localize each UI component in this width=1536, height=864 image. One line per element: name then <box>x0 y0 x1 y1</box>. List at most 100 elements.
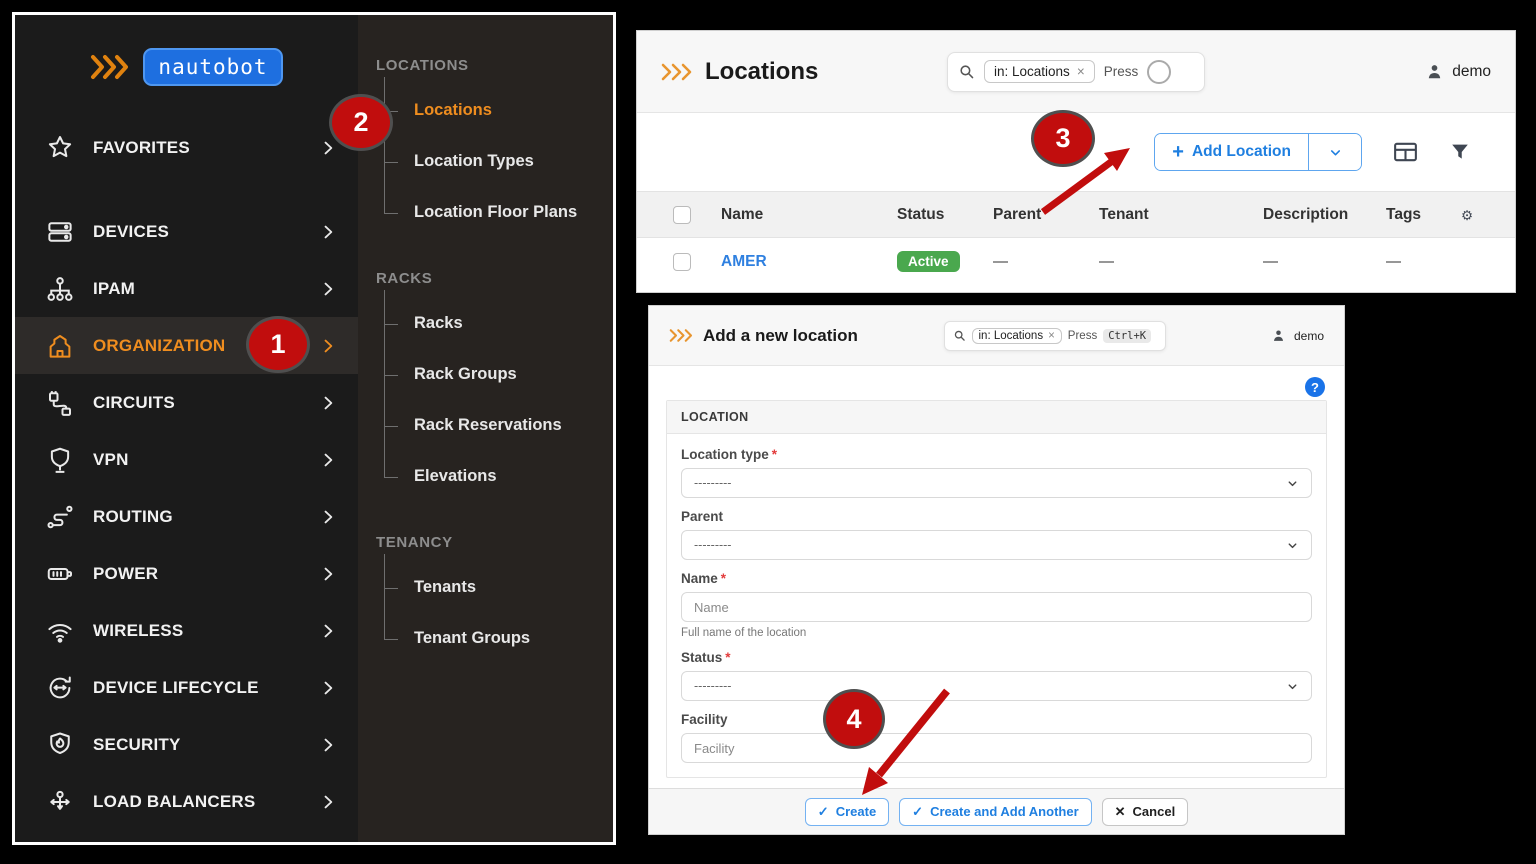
column-header-description: Description <box>1263 206 1386 224</box>
chevron-down-icon <box>1286 477 1299 490</box>
vpn-shield-icon <box>45 445 75 475</box>
status-label: Status* <box>681 650 1312 665</box>
nautobot-logo[interactable]: nautobot <box>15 15 358 119</box>
add-location-button[interactable]: + Add Location <box>1155 134 1309 170</box>
create-and-add-another-button[interactable]: ✓ Create and Add Another <box>899 798 1091 826</box>
submenu-item-tenant-groups[interactable]: Tenant Groups <box>384 613 613 664</box>
cell-tenant: — <box>1099 253 1263 270</box>
load-balancer-icon <box>45 787 75 817</box>
ctrl-k-shortcut: Ctrl+K <box>1103 329 1151 343</box>
username: demo <box>1452 63 1491 81</box>
submenu-item-rack-reservations[interactable]: Rack Reservations <box>384 400 613 451</box>
status-select[interactable]: --------- <box>681 671 1312 701</box>
cell-parent: — <box>993 253 1099 270</box>
submenu-section-tenancy: TENANCY <box>376 532 613 554</box>
location-type-select[interactable]: --------- <box>681 468 1312 498</box>
user-icon <box>1425 62 1444 81</box>
submenu-item-rack-groups[interactable]: Rack Groups <box>384 349 613 400</box>
submenu-item-location-floor-plans[interactable]: Location Floor Plans <box>384 187 613 238</box>
add-location-header: Add a new location in: Locations × Press… <box>649 306 1344 366</box>
chevron-down-icon <box>1286 680 1299 693</box>
sidebar-item-security[interactable]: SECURITY <box>15 716 358 773</box>
building-icon <box>45 331 75 361</box>
chevron-right-icon <box>318 564 338 584</box>
sidebar-item-vpn[interactable]: VPN <box>15 431 358 488</box>
sidebar-item-routing[interactable]: ROUTING <box>15 488 358 545</box>
power-battery-icon <box>45 559 75 589</box>
cell-tags: — <box>1386 253 1453 270</box>
sidebar: nautobot FAVORITES DEVICES IPAM <box>15 15 358 842</box>
chevron-right-icon <box>318 450 338 470</box>
submenu-item-locations[interactable]: Locations <box>384 85 613 136</box>
annotation-badge-3: 3 <box>1031 110 1095 167</box>
username: demo <box>1294 329 1324 343</box>
sidebar-item-devices[interactable]: DEVICES <box>15 203 358 260</box>
nautobot-nav-panel: nautobot FAVORITES DEVICES IPAM <box>12 12 616 845</box>
table-columns-icon <box>1392 140 1419 164</box>
sidebar-item-wireless[interactable]: WIRELESS <box>15 602 358 659</box>
column-header-tags: Tags <box>1386 206 1453 224</box>
chevron-right-icon <box>318 393 338 413</box>
name-label: Name* <box>681 571 1312 586</box>
row-checkbox[interactable] <box>673 253 691 271</box>
column-header-name: Name <box>721 206 897 224</box>
submenu-item-location-types[interactable]: Location Types <box>384 136 613 187</box>
breadcrumb-chevrons-icon <box>669 328 695 343</box>
chevron-right-icon <box>318 792 338 812</box>
chevron-right-icon <box>318 336 338 356</box>
wifi-icon <box>45 616 75 646</box>
sidebar-item-favorites[interactable]: FAVORITES <box>15 119 358 176</box>
page-title: Add a new location <box>703 326 858 346</box>
table-header-row: Name Status Parent Tenant Description Ta… <box>637 191 1515 238</box>
select-all-checkbox[interactable] <box>673 206 691 224</box>
organization-submenu: LOCATIONS Locations Location Types Locat… <box>358 15 613 842</box>
column-header-parent: Parent <box>993 206 1099 224</box>
help-button[interactable]: ? <box>1305 377 1325 397</box>
submenu-item-tenants[interactable]: Tenants <box>384 562 613 613</box>
chip-close-icon[interactable]: × <box>1077 64 1085 79</box>
sidebar-item-circuits[interactable]: CIRCUITS <box>15 374 358 431</box>
filter-button[interactable] <box>1449 141 1471 163</box>
chevron-right-icon <box>318 678 338 698</box>
chevron-right-icon <box>318 621 338 641</box>
chevron-right-icon <box>318 138 338 158</box>
submenu-item-racks[interactable]: Racks <box>384 298 613 349</box>
chevron-right-icon <box>318 222 338 242</box>
search-filter-chip[interactable]: in: Locations × <box>984 60 1095 83</box>
sidebar-item-device-lifecycle[interactable]: DEVICE LIFECYCLE <box>15 659 358 716</box>
create-button[interactable]: ✓ Create <box>805 798 889 826</box>
submenu-item-elevations[interactable]: Elevations <box>384 451 613 502</box>
user-icon <box>1271 328 1286 343</box>
add-location-dropdown-toggle[interactable] <box>1309 134 1361 170</box>
cancel-button[interactable]: ✕ Cancel <box>1102 798 1189 826</box>
table-settings-button[interactable]: ⚙ <box>1461 208 1473 224</box>
user-menu[interactable]: demo <box>1271 328 1324 343</box>
global-search-input[interactable]: in: Locations × Press <box>947 52 1205 92</box>
sidebar-item-ipam[interactable]: IPAM <box>15 260 358 317</box>
ctrl-k-hint-partial <box>1147 60 1171 84</box>
logo-wordmark: nautobot <box>143 48 282 86</box>
submenu-section-locations: LOCATIONS <box>376 55 613 77</box>
location-link-amer[interactable]: AMER <box>721 253 767 270</box>
table-config-button[interactable] <box>1392 140 1419 164</box>
chevron-right-icon <box>318 279 338 299</box>
star-icon <box>45 133 75 163</box>
breadcrumb-chevrons-icon <box>661 62 695 82</box>
parent-select[interactable]: --------- <box>681 530 1312 560</box>
devices-icon <box>45 217 75 247</box>
facility-label: Facility <box>681 712 1312 727</box>
search-filter-chip[interactable]: in: Locations × <box>972 328 1062 344</box>
chevron-down-icon <box>1286 539 1299 552</box>
name-field[interactable] <box>681 592 1312 622</box>
form-footer: ✓ Create ✓ Create and Add Another ✕ Canc… <box>649 788 1344 834</box>
annotation-badge-2: 2 <box>329 94 393 151</box>
sidebar-item-power[interactable]: POWER <box>15 545 358 602</box>
facility-field[interactable] <box>681 733 1312 763</box>
parent-label: Parent <box>681 509 1312 524</box>
global-search-input[interactable]: in: Locations × Press Ctrl+K <box>944 321 1166 351</box>
form-section-header: LOCATION <box>667 401 1326 434</box>
gear-icon: ⚙ <box>1461 208 1473 223</box>
user-menu[interactable]: demo <box>1425 62 1491 81</box>
sidebar-item-load-balancers[interactable]: LOAD BALANCERS <box>15 773 358 830</box>
chip-close-icon[interactable]: × <box>1048 330 1055 342</box>
